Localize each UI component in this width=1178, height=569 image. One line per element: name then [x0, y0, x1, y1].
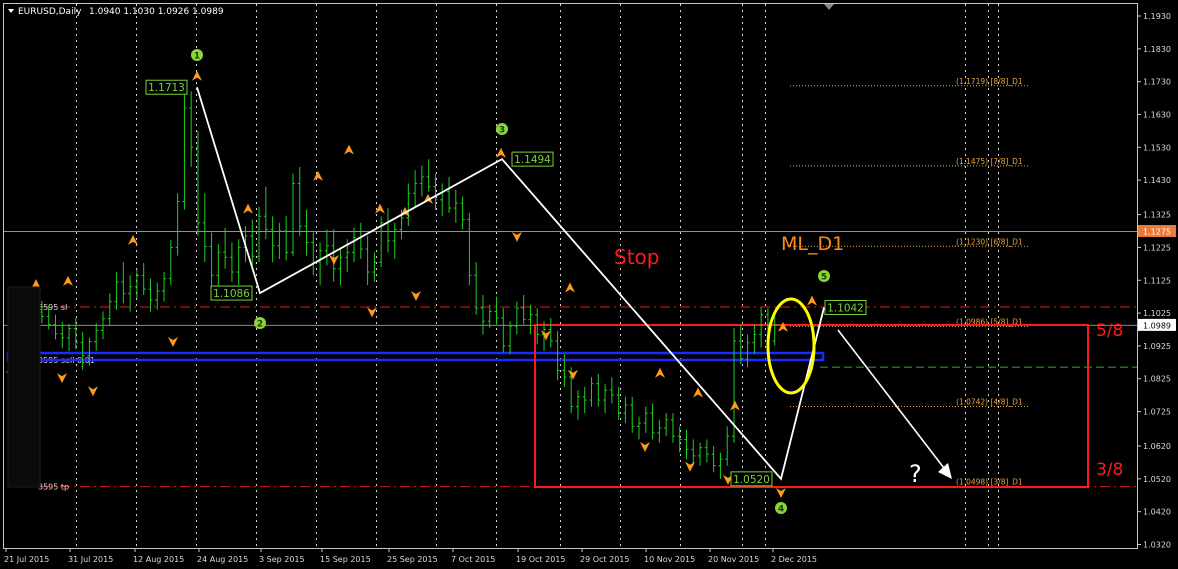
wave-badge-number: 3 — [499, 126, 505, 136]
price-tag-text: 1.0520 — [733, 474, 770, 486]
murrey-label: (1.1719) [8/8]_D1 — [956, 77, 1023, 86]
y-tick-label: 1.1630 — [1143, 110, 1171, 119]
x-tick-label: 20 Nov 2015 — [708, 555, 759, 564]
y-tick-label: 1.1530 — [1143, 143, 1171, 152]
murrey-label: (1.1475) [7/8]_D1 — [956, 157, 1023, 166]
fraction-3-8-label: 3/8 — [1096, 460, 1123, 480]
question-mark: ? — [909, 460, 922, 488]
x-tick-label: 2 Dec 2015 — [771, 555, 817, 564]
current-price-tag-text: 1.0989 — [1143, 321, 1171, 330]
x-tick-label: 21 Jul 2015 — [4, 555, 49, 564]
y-tick-label: 1.0520 — [1143, 475, 1171, 484]
x-tick-label: 10 Nov 2015 — [644, 555, 695, 564]
y-tick-label: 1.0320 — [1143, 541, 1171, 550]
fraction-5-8-label: 5/8 — [1096, 321, 1123, 341]
y-tick-label: 1.1125 — [1143, 276, 1171, 285]
x-tick-label: 12 Aug 2015 — [133, 555, 184, 564]
wave-badge-number: 2 — [257, 320, 263, 330]
x-tick-label: 15 Sep 2015 — [320, 555, 371, 564]
murrey-label: (1.0742) [4/8]_D1 — [956, 397, 1023, 406]
price-chart[interactable]: 3595 sl3595 sell 0.013595 tp (1.1719) [8… — [0, 0, 1178, 569]
y-tick-label: 1.0420 — [1143, 508, 1171, 517]
y-tick-label: 1.1225 — [1143, 243, 1171, 252]
x-tick-label: 7 Oct 2015 — [451, 555, 495, 564]
price-tag-text: 1.1494 — [514, 154, 551, 166]
stop-label: Stop — [614, 245, 659, 269]
price-tag-text: 1.1086 — [213, 288, 250, 300]
price-tag-text: 1.1713 — [148, 82, 185, 94]
x-tick-label: 31 Jul 2015 — [68, 555, 113, 564]
wave-badge-number: 1 — [194, 52, 200, 62]
y-tick-label: 1.1025 — [1143, 309, 1171, 318]
y-tick-label: 1.0620 — [1143, 442, 1171, 451]
order-line-label: 3595 tp — [38, 483, 69, 492]
y-tick-label: 1.1325 — [1143, 211, 1171, 220]
murrey-label: (1.0498) [3/8]_D1 — [956, 478, 1023, 487]
y-tick-label: 1.0825 — [1143, 375, 1171, 384]
price-tag-text: 1.1042 — [827, 302, 864, 314]
y-tick-label: 1.1830 — [1143, 45, 1171, 54]
resistance-price-tag-text: 1.1275 — [1143, 228, 1171, 237]
x-tick-label: 19 Oct 2015 — [516, 555, 565, 564]
y-tick-label: 1.1430 — [1143, 176, 1171, 185]
y-tick-label: 1.0925 — [1143, 342, 1171, 351]
symbol-label: EURUSD,Daily — [18, 7, 82, 17]
wave-badge-number: 4 — [778, 505, 784, 515]
x-tick-label: 24 Aug 2015 — [197, 555, 248, 564]
x-tick-label: 29 Oct 2015 — [580, 555, 629, 564]
y-tick-label: 1.1730 — [1143, 78, 1171, 87]
ml-d1-label: ML_D1 — [781, 233, 844, 255]
murrey-label: (1.1230) [6/8]_D1 — [956, 237, 1023, 246]
chart-header: EURUSD,Daily 1.0940 1.1030 1.0926 1.0989 — [8, 7, 224, 17]
x-tick-label: 25 Sep 2015 — [387, 555, 438, 564]
y-tick-label: 1.0725 — [1143, 408, 1171, 417]
wave-badge-number: 5 — [821, 273, 827, 283]
y-tick-label: 1.1930 — [1143, 12, 1171, 21]
x-tick-label: 3 Sep 2015 — [259, 555, 305, 564]
dark-side-panel — [7, 286, 41, 488]
ohlc-values: 1.0940 1.1030 1.0926 1.0989 — [89, 7, 224, 17]
